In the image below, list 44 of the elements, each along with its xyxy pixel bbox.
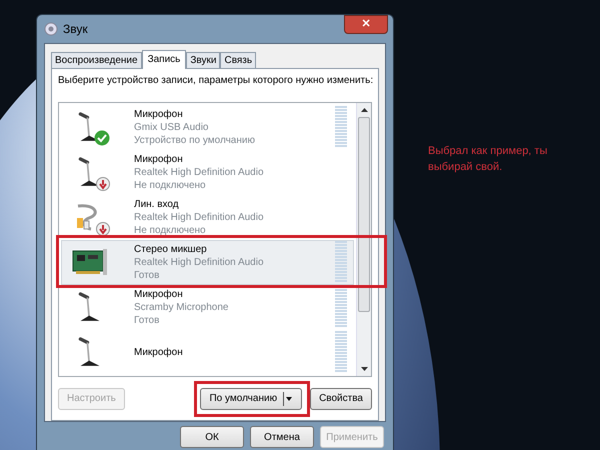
dialog-button[interactable]: Отмена (250, 426, 314, 448)
device-name: Лин. вход (134, 198, 180, 211)
tab[interactable]: Звуки (186, 52, 220, 68)
device-driver: Scramby Microphone (134, 300, 230, 314)
device-name: Микрофон (134, 108, 184, 121)
tab[interactable]: Запись (142, 50, 186, 69)
close-button[interactable]: ✕ (344, 15, 388, 34)
speaker-icon (44, 22, 58, 36)
level-meter-icon (335, 106, 347, 148)
scrollbar[interactable] (356, 102, 371, 376)
device-status: Устройство по умолчанию (134, 134, 256, 147)
annotation-text: Выбрал как пример, ты выбирай свой. (428, 144, 548, 175)
device-name: Микрофон (134, 346, 184, 359)
device-driver: Realtek High Definition Audio (134, 256, 265, 269)
device-status: Готов (134, 314, 160, 327)
level-meter-icon (335, 331, 347, 374)
device-item[interactable]: Микрофон (61, 330, 354, 375)
dialog-button[interactable]: ОК (180, 426, 244, 448)
device-item[interactable]: Микрофон Realtek High Definition Audio Не подключено (61, 150, 354, 195)
device-status: Не подключено (134, 178, 207, 192)
level-meter-icon (335, 286, 347, 328)
up-arrow-icon (360, 108, 368, 112)
device-name: Стерео микшер (134, 242, 208, 256)
device-driver: Realtek High Definition Audio (134, 210, 265, 224)
panel-button[interactable]: По умолчанию (200, 388, 302, 410)
instruction-text: Выберите устройство записи, параметры которого нужно изменить: (58, 74, 372, 88)
down-arrow-icon (360, 366, 368, 371)
device-item[interactable]: Стерео микшер Realtek High Definition Audio Готов (61, 240, 354, 285)
device-item[interactable]: Микрофон Scramby Microphone Готов (61, 284, 354, 330)
device-item[interactable]: Лин. вход Realtek High Definition Audio Не подключено (61, 194, 354, 240)
window-title: Звук (63, 20, 88, 38)
device-item[interactable]: Микрофон Gmix USB Audio Устройство по умолчанию (61, 104, 354, 150)
device-name: Микрофон (134, 288, 184, 301)
sound-card-icon (72, 248, 108, 276)
device-status: Готов (134, 268, 160, 282)
device-status: Не подключено (134, 224, 207, 237)
scroll-thumb[interactable] (358, 116, 370, 312)
device-name: Микрофон (134, 152, 184, 166)
tab[interactable]: Воспроизведение (51, 52, 142, 68)
device-driver: Realtek High Definition Audio (134, 166, 265, 179)
level-meter-icon (335, 241, 347, 284)
device-driver: Gmix USB Audio (134, 120, 210, 134)
panel-button[interactable]: Свойства (310, 388, 372, 410)
tab[interactable]: Связь (220, 52, 256, 68)
